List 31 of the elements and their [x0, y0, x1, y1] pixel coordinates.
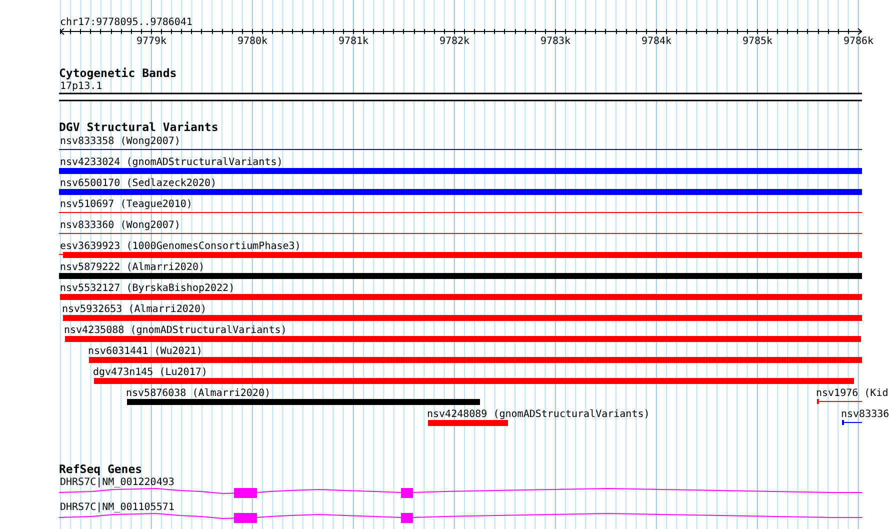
tick-label: 9780k — [237, 36, 268, 47]
band-label: 17p13.1 — [60, 81, 102, 92]
variant-label: nsv6500170 (Sedlazeck2020) — [60, 178, 217, 189]
tick-label: 9786k — [843, 36, 874, 47]
variant-label: esv3639923 (1000GenomesConsortiumPhase3) — [60, 241, 301, 252]
track-title: DGV Structural Variants — [59, 120, 218, 134]
tick-label: 9785k — [742, 36, 773, 47]
track-title: Cytogenetic Bands — [59, 66, 177, 80]
variant-label: nsv833360 (Wong2007) — [60, 220, 180, 231]
variant-label: nsv510697 (Teague2010) — [60, 199, 192, 210]
variant-label: nsv83336 — [841, 409, 890, 420]
tick-label: 9782k — [439, 36, 470, 47]
track-title: RefSeq Genes — [59, 462, 142, 476]
tick-label: 9781k — [338, 36, 369, 47]
variant-label: nsv1976 (Kid — [816, 388, 888, 399]
variant-label: nsv5932653 (Almarri2020) — [62, 304, 206, 315]
tick-label: 9779k — [136, 36, 167, 47]
variant-label: nsv833358 (Wong2007) — [60, 136, 180, 147]
variant-label: nsv4235088 (gnomADStructuralVariants) — [64, 325, 287, 336]
variant-label: nsv5879222 (Almarri2020) — [60, 262, 204, 273]
variant-label: nsv5532127 (ByrskaBishop2022) — [60, 283, 235, 294]
gene-label: DHRS7C|NM_001220493 — [60, 477, 174, 488]
location-label: chr17:9778095..9786041 — [60, 17, 192, 28]
tick-label: 9784k — [641, 36, 672, 47]
variant-label: nsv5876038 (Almarri2020) — [126, 388, 270, 399]
variant-label: dgv473n145 (Lu2017) — [93, 367, 208, 378]
variant-label: nsv4233024 (gnomADStructuralVariants) — [60, 157, 283, 168]
variant-label: nsv6031441 (Wu2021) — [88, 346, 202, 357]
variant-label: nsv4248089 (gnomADStructuralVariants) — [427, 409, 650, 420]
tick-label: 9783k — [540, 36, 571, 47]
gene-label: DHRS7C|NM_001105571 — [60, 502, 174, 513]
